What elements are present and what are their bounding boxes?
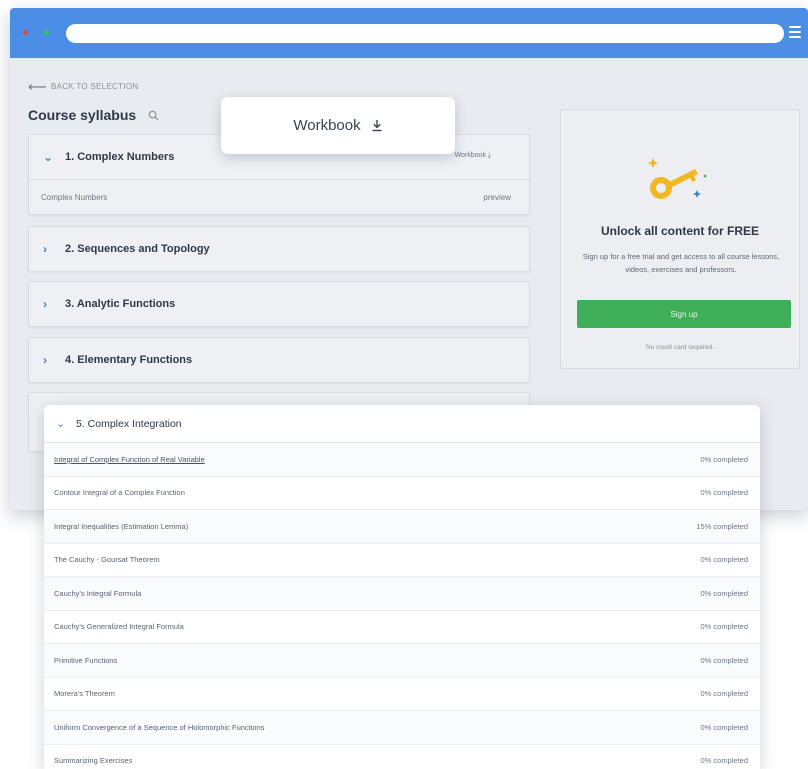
lesson-title: Integral Inequalities (Estimation Lemma) bbox=[54, 521, 189, 531]
back-to-selection-link[interactable]: ⟵ BACK TO SELECTION bbox=[28, 80, 138, 93]
close-dot-icon[interactable] bbox=[23, 30, 28, 35]
lesson-title: Cauchy's Integral Formula bbox=[54, 588, 142, 598]
lesson-list: Integral of Complex Function of Real Var… bbox=[44, 443, 760, 769]
lesson-progress-status: 0% completed bbox=[700, 689, 748, 699]
lesson-row[interactable]: Cauchy's Integral Formula 0% completed bbox=[44, 577, 760, 611]
lesson-row[interactable]: Morera's Theorem 0% completed bbox=[44, 678, 760, 711]
lesson-title: Complex Numbers bbox=[41, 192, 108, 202]
key-icon bbox=[648, 158, 707, 199]
lesson-row[interactable]: Contour Integral of a Complex Function 0%… bbox=[44, 477, 760, 510]
search-icon[interactable] bbox=[148, 110, 159, 121]
lesson-row[interactable]: Integral Inequalities (Estimation Lemma)… bbox=[44, 510, 760, 544]
lesson-progress-status: 0% completed bbox=[700, 588, 748, 598]
chevron-right-icon: › bbox=[43, 242, 47, 256]
lesson-title: Morera's Theorem bbox=[54, 689, 115, 699]
download-icon bbox=[372, 120, 382, 132]
chapter-header-3[interactable]: › 3. Analytic Functions bbox=[29, 282, 529, 326]
workbook-download-card[interactable]: Workbook bbox=[221, 97, 455, 154]
lesson-row[interactable]: Primitive Functions 0% completed bbox=[44, 644, 760, 678]
maximize-dot-icon[interactable] bbox=[44, 30, 49, 35]
chapter-title: 4. Elementary Functions bbox=[65, 354, 193, 366]
lesson-row[interactable]: Cauchy's Generalized Integral Formula 0% … bbox=[44, 611, 760, 644]
lesson-progress-status: 0% completed bbox=[700, 555, 748, 565]
no-credit-card-note: No credit card required. bbox=[646, 344, 714, 351]
lesson-row[interactable]: Uniform Convergence of a Sequence of Hol… bbox=[44, 711, 760, 745]
chevron-right-icon: › bbox=[43, 353, 47, 367]
chevron-right-icon: › bbox=[43, 297, 47, 311]
page-title: Course syllabus bbox=[28, 107, 159, 123]
lesson-title: Contour Integral of a Complex Function bbox=[54, 488, 185, 498]
lesson-title: Primitive Functions bbox=[54, 655, 118, 665]
lesson-progress-status: 15% completed bbox=[696, 521, 748, 531]
workbook-link[interactable]: Workbook ⤓ bbox=[455, 152, 491, 160]
lesson-progress-status: 0% completed bbox=[700, 722, 748, 732]
chapter-panel-4: › 4. Elementary Functions bbox=[28, 337, 530, 383]
lesson-row[interactable]: Summarizing Exercises 0% completed bbox=[44, 745, 760, 769]
chapter-title: 5. Complex Integration bbox=[76, 417, 182, 430]
chapter-header-5[interactable]: ⌄ 5. Complex Integration bbox=[44, 405, 760, 443]
lesson-preview-link[interactable]: preview bbox=[483, 193, 511, 202]
lesson-title: Uniform Convergence of a Sequence of Hol… bbox=[54, 722, 265, 732]
lesson-progress-status: 0% completed bbox=[700, 655, 748, 665]
chapter-title: 3. Analytic Functions bbox=[65, 298, 176, 310]
chapter-header-2[interactable]: › 2. Sequences and Topology bbox=[29, 227, 529, 271]
arrow-left-icon: ⟵ bbox=[28, 79, 47, 94]
address-bar[interactable] bbox=[66, 24, 784, 43]
chapter-panel-5-expanded: ⌄ 5. Complex Integration Integral of Com… bbox=[44, 405, 760, 769]
promo-title: Unlock all content for FREE bbox=[600, 224, 759, 238]
sign-up-button[interactable]: Sign up bbox=[577, 300, 791, 328]
lesson-title: Summarizing Exercises bbox=[54, 756, 133, 766]
chevron-down-icon: ⌄ bbox=[56, 418, 66, 430]
unlock-promo-card: Unlock all content for FREE Sign up for … bbox=[560, 109, 800, 369]
lesson-progress-status: 0% completed bbox=[700, 454, 748, 464]
back-link-label: BACK TO SELECTION bbox=[50, 82, 139, 91]
lesson-row[interactable]: Integral of Complex Function of Real Var… bbox=[44, 443, 760, 477]
hamburger-menu-icon[interactable] bbox=[789, 26, 801, 38]
lesson-row[interactable]: Complex Numbers preview bbox=[29, 179, 529, 214]
workbook-label: Workbook bbox=[293, 117, 361, 134]
lesson-title: The Cauchy - Goursat Theorem bbox=[54, 555, 160, 565]
lesson-title: Cauchy's Generalized Integral Formula bbox=[54, 622, 184, 632]
browser-toolbar bbox=[10, 8, 808, 58]
chevron-down-icon: ⌄ bbox=[43, 150, 54, 164]
chapter-title: 1. Complex Numbers bbox=[65, 151, 175, 163]
promo-description: Sign up for a free trial and get access … bbox=[582, 252, 780, 274]
lesson-title[interactable]: Integral of Complex Function of Real Var… bbox=[54, 455, 205, 464]
lesson-row[interactable]: The Cauchy - Goursat Theorem 0% completed bbox=[44, 544, 760, 577]
lesson-progress-status: 0% completed bbox=[700, 756, 748, 766]
chapter-panel-2: › 2. Sequences and Topology bbox=[28, 226, 530, 272]
page-title-text: Course syllabus bbox=[28, 107, 137, 123]
lesson-progress-status: 0% completed bbox=[700, 622, 748, 632]
chapter-header-4[interactable]: › 4. Elementary Functions bbox=[29, 338, 529, 382]
chapter-title: 2. Sequences and Topology bbox=[65, 243, 210, 255]
lesson-progress-status: 0% completed bbox=[700, 488, 748, 498]
chapter-panel-3: › 3. Analytic Functions bbox=[28, 281, 530, 327]
